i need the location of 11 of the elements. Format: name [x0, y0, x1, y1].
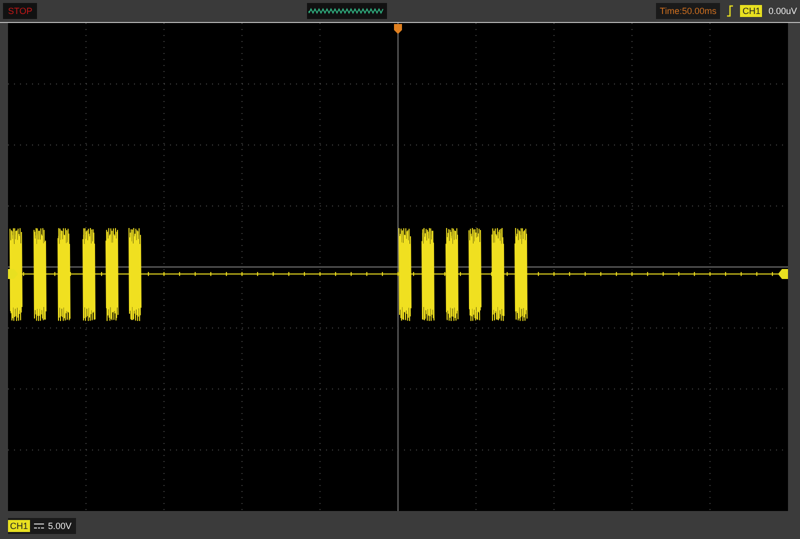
channel-badge: CH1: [740, 5, 762, 17]
trigger-level: 0.00uV: [768, 6, 798, 16]
channel-badge: CH1: [8, 520, 30, 532]
dc-coupling-icon: [34, 522, 44, 528]
trigger-level-marker[interactable]: [778, 269, 788, 279]
vertical-scale: 5.00V: [48, 520, 72, 530]
trigger-edge-icon: [726, 5, 734, 17]
timebase-readout: Time:50.00ms: [656, 3, 720, 19]
channel-offset-marker[interactable]: [8, 269, 18, 279]
trigger-position-marker[interactable]: [394, 24, 402, 34]
run-status: STOP: [3, 3, 38, 19]
